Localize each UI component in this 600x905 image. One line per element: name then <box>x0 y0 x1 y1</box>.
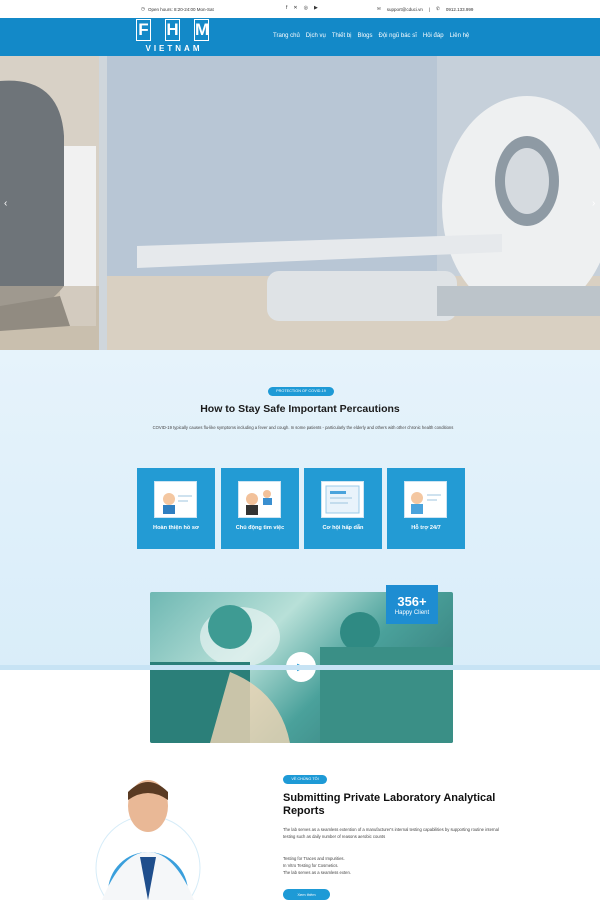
youtube-icon[interactable]: ▶ <box>314 5 318 11</box>
opportunity-illustration <box>321 481 364 518</box>
card-label: Hỗ trợ 24/7 <box>411 525 441 531</box>
support-illustration <box>404 481 447 518</box>
mri-scanner-illustration <box>0 56 99 350</box>
nav-home[interactable]: Trang chủ <box>273 33 300 39</box>
about-tag: VỀ CHÚNG TÔI <box>283 775 327 784</box>
email-link[interactable]: support@cduci.vn <box>387 7 423 12</box>
doctor-illustration <box>95 780 201 905</box>
about-title: Submitting Private Laboratory Analytical… <box>283 792 496 817</box>
about-line: In Vitro Testing for Cosmetics. <box>283 863 339 868</box>
hero-slider <box>0 56 600 350</box>
separator: | <box>428 6 431 12</box>
open-hours: ◷ Open hours: 8:20-24:00 Mon-Sat <box>141 6 214 12</box>
profile-illustration <box>154 481 197 518</box>
slider-next-arrow[interactable]: › <box>592 198 595 209</box>
logo-tagline: VIETNAM <box>145 44 203 53</box>
feature-card[interactable]: Chủ động tìm việc <box>221 468 299 549</box>
nav-services[interactable]: Dịch vụ <box>306 33 326 39</box>
twitter-icon[interactable]: ✕ <box>293 5 297 11</box>
card-label: Chủ động tìm việc <box>235 525 285 531</box>
feature-card[interactable]: Hỗ trợ 24/7 <box>387 468 465 549</box>
job-search-illustration <box>238 481 281 518</box>
safety-title: How to Stay Safe Important Percautions <box>200 403 400 415</box>
nav-faq[interactable]: Hỏi đáp <box>423 33 444 39</box>
doctor-portrait <box>92 772 204 905</box>
site-logo[interactable]: F H M VIETNAM <box>136 19 212 56</box>
hours-text: Open hours: 8:20-24:00 Mon-Sat <box>147 6 214 12</box>
section-divider <box>0 665 600 670</box>
safety-description: COVID-19 typically causes flu-like sympt… <box>152 425 454 430</box>
nav-blogs[interactable]: Blogs <box>358 33 373 39</box>
contact-info: ✉ support@cduci.vn | ✆ 0912.133.999 <box>377 6 473 12</box>
instagram-icon[interactable]: ◎ <box>304 5 308 11</box>
about-line: The lab serves as a seamless exten. <box>283 870 351 875</box>
feature-card[interactable]: Cơ hội hấp dẫn <box>304 468 382 549</box>
facebook-icon[interactable]: f <box>286 5 287 11</box>
nav-devices[interactable]: Thiết bị <box>332 33 352 39</box>
logo-letter-h: H <box>165 19 180 41</box>
hero-slide-current-image <box>107 56 600 350</box>
ct-scanner-illustration <box>107 56 600 350</box>
nav-contact[interactable]: Liên hệ <box>450 33 470 39</box>
card-label: Cơ hội hấp dẫn <box>322 525 364 531</box>
hero-slide-prev-image <box>0 56 99 350</box>
phone-icon: ✆ <box>436 6 440 11</box>
card-label: Hoàn thiện hồ sơ <box>153 525 199 531</box>
nav-menu: Trang chủ Dịch vụ Thiết bị Blogs Đội ngũ… <box>273 33 469 39</box>
feature-card[interactable]: Hoàn thiện hồ sơ <box>137 468 215 549</box>
stat-value: 356+ <box>397 594 427 609</box>
read-more-button[interactable]: Xem thêm <box>283 889 330 900</box>
logo-letter-f: F <box>136 19 151 41</box>
slider-prev-arrow[interactable]: ‹ <box>4 198 7 209</box>
clock-icon: ◷ <box>141 6 145 11</box>
about-line: Testing for Traces and Impurities. <box>283 856 345 861</box>
logo-letter-m: M <box>194 19 210 41</box>
safety-tag: PROTECTION OF COVID-19 <box>268 387 334 396</box>
stat-label: Happy Client <box>394 610 430 616</box>
phone-link[interactable]: 0912.133.999 <box>446 7 474 12</box>
topbar: ◷ Open hours: 8:20-24:00 Mon-Sat f ✕ ◎ ▶… <box>0 0 600 18</box>
mail-icon: ✉ <box>377 6 381 11</box>
about-paragraph: The lab serves as a seamless extention o… <box>283 827 499 839</box>
nav-doctors[interactable]: Đội ngũ bác sĩ <box>379 33 417 39</box>
social-links: f ✕ ◎ ▶ <box>286 5 318 11</box>
happy-client-badge: 356+ Happy Client <box>386 585 438 624</box>
